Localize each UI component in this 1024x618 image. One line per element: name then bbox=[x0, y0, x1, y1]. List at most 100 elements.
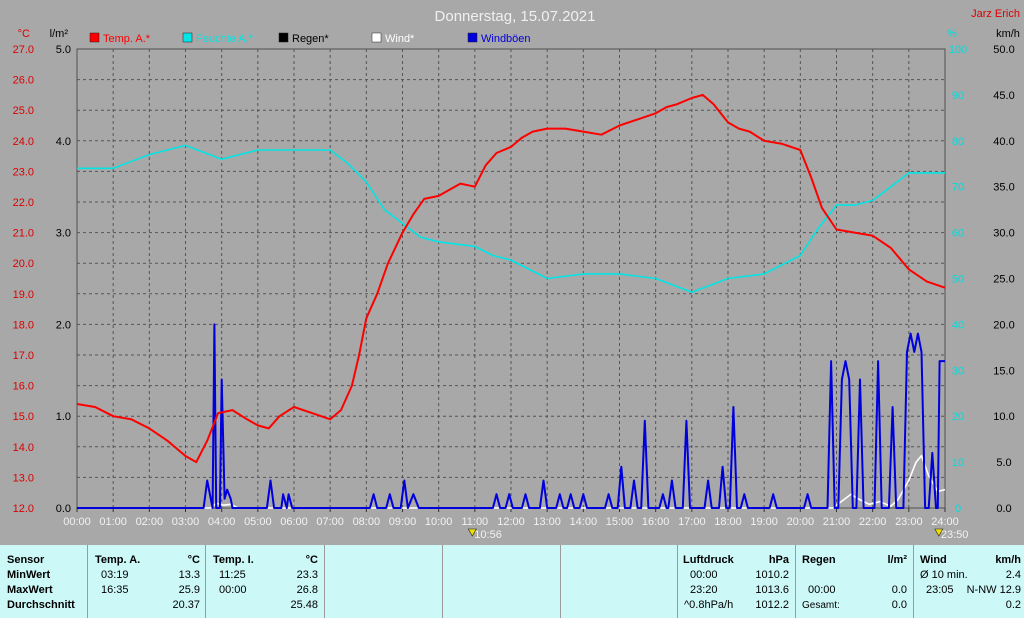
wind-avg10-label: Ø 10 min. bbox=[920, 569, 968, 581]
x-tick-label: 01:00 bbox=[99, 516, 127, 528]
temp-a-avg-value: 20.37 bbox=[172, 599, 200, 611]
temp-tick-label: 24.0 bbox=[13, 136, 34, 148]
x-tick-label: 10:00 bbox=[425, 516, 453, 528]
stats-table: Sensor MinWert MaxWert Durchschnitt Temp… bbox=[0, 545, 1024, 618]
luftdruck-max-value: 1013.6 bbox=[755, 584, 789, 596]
x-tick-label: 16:00 bbox=[642, 516, 670, 528]
legend-label: Feuchte A.* bbox=[196, 33, 254, 45]
humidity-tick-label: 70 bbox=[952, 182, 964, 194]
temp-tick-label: 12.0 bbox=[13, 503, 34, 515]
wind-tick-label: 20.0 bbox=[993, 319, 1014, 331]
temp-tick-label: 20.0 bbox=[13, 258, 34, 270]
temp-tick-label: 17.0 bbox=[13, 350, 34, 362]
wind-header: Wind bbox=[920, 554, 947, 566]
x-tick-label: 18:00 bbox=[714, 516, 742, 528]
luftdruck-max-time: 23:20 bbox=[690, 584, 718, 596]
regen-max-value: 0.0 bbox=[891, 584, 907, 596]
x-tick-label: 00:00 bbox=[63, 516, 91, 528]
rain-tick-label: 3.0 bbox=[56, 228, 71, 240]
wind-tick-label: 35.0 bbox=[993, 182, 1014, 194]
temp-tick-label: 22.0 bbox=[13, 197, 34, 209]
rain-tick-label: 1.0 bbox=[56, 411, 71, 423]
rain-tick-label: 5.0 bbox=[56, 44, 71, 56]
luftdruck-min-value: 1010.2 bbox=[755, 569, 789, 581]
wind-tick-label: 50.0 bbox=[993, 44, 1014, 56]
minwert-label: MinWert bbox=[7, 569, 51, 581]
humidity-tick-label: 60 bbox=[952, 228, 964, 240]
temp-tick-label: 19.0 bbox=[13, 289, 34, 301]
x-tick-label: 08:00 bbox=[353, 516, 381, 528]
x-tick-label: 06:00 bbox=[280, 516, 308, 528]
temp-a-min-value: 13.3 bbox=[178, 569, 200, 581]
wind-max-time: 23:05 bbox=[926, 584, 954, 596]
wind-tick-label: 40.0 bbox=[993, 136, 1014, 148]
chart-author: Jarz Erich bbox=[971, 8, 1020, 20]
x-tick-label: 24:00 bbox=[931, 516, 959, 528]
temp-tick-label: 18.0 bbox=[13, 319, 34, 331]
regen-unit: l/m² bbox=[887, 554, 907, 566]
luftdruck-avg-value: 1012.2 bbox=[755, 599, 789, 611]
humidity-tick-label: 20 bbox=[952, 411, 964, 423]
humidity-tick-label: 80 bbox=[952, 136, 964, 148]
x-tick-label: 05:00 bbox=[244, 516, 272, 528]
temp-tick-label: 27.0 bbox=[13, 44, 34, 56]
x-tick-label: 13:00 bbox=[533, 516, 561, 528]
humidity-tick-label: 30 bbox=[952, 365, 964, 377]
legend-swatch bbox=[371, 32, 382, 43]
regen-gesamt-value: 0.0 bbox=[891, 599, 907, 611]
x-tick-label: 09:00 bbox=[389, 516, 417, 528]
chart-title: Donnerstag, 15.07.2021 bbox=[435, 8, 596, 25]
legend-label: Temp. A.* bbox=[103, 33, 151, 45]
temp-tick-label: 26.0 bbox=[13, 75, 34, 87]
humidity-unit-label: % bbox=[947, 28, 957, 40]
temp-i-unit: °C bbox=[305, 554, 318, 566]
temp-i-header: Temp. I. bbox=[213, 554, 254, 566]
weather-chart: Donnerstag, 15.07.2021 Jarz Erich °C l/m… bbox=[13, 8, 1020, 541]
x-tick-label: 04:00 bbox=[208, 516, 236, 528]
temp-a-header: Temp. A. bbox=[95, 554, 141, 566]
humidity-tick-label: 0 bbox=[955, 503, 961, 515]
temp-tick-label: 14.0 bbox=[13, 442, 34, 454]
luftdruck-min-time: 00:00 bbox=[690, 569, 718, 581]
humidity-tick-label: 100 bbox=[949, 44, 967, 56]
x-tick-label: 21:00 bbox=[823, 516, 851, 528]
x-tick-label: 15:00 bbox=[606, 516, 634, 528]
x-tick-label: 03:00 bbox=[172, 516, 200, 528]
wind-unit: km/h bbox=[995, 554, 1021, 566]
temp-a-max-time: 16:35 bbox=[101, 584, 129, 596]
temp-tick-label: 16.0 bbox=[13, 381, 34, 393]
temp-a-unit: °C bbox=[187, 554, 200, 566]
wind-tick-label: 10.0 bbox=[993, 411, 1014, 423]
annotation-label: 10:56 bbox=[474, 529, 502, 541]
wind-tick-label: 15.0 bbox=[993, 365, 1014, 377]
wind-unit-label: km/h bbox=[996, 28, 1020, 40]
temp-i-avg-value: 25.48 bbox=[290, 599, 318, 611]
rain-unit-label: l/m² bbox=[50, 28, 69, 40]
humidity-tick-label: 90 bbox=[952, 90, 964, 102]
x-tick-label: 11:00 bbox=[461, 516, 488, 528]
regen-gesamt-label: Gesamt: bbox=[802, 600, 840, 611]
temp-i-max-value: 26.8 bbox=[296, 584, 318, 596]
legend-swatch bbox=[89, 32, 100, 43]
temp-tick-label: 13.0 bbox=[13, 472, 34, 484]
temp-tick-label: 23.0 bbox=[13, 166, 34, 178]
rain-tick-label: 2.0 bbox=[56, 319, 71, 331]
temp-i-min-time: 11:25 bbox=[219, 569, 246, 581]
x-tick-label: 19:00 bbox=[750, 516, 778, 528]
temp-a-min-time: 03:19 bbox=[101, 569, 129, 581]
x-tick-label: 07:00 bbox=[316, 516, 344, 528]
x-tick-label: 22:00 bbox=[859, 516, 887, 528]
wind-tick-label: 5.0 bbox=[996, 457, 1011, 469]
wind-tick-label: 30.0 bbox=[993, 228, 1014, 240]
humidity-tick-label: 10 bbox=[952, 457, 964, 469]
legend-swatch bbox=[278, 32, 289, 43]
humidity-tick-label: 50 bbox=[952, 274, 964, 286]
wind-max-value: N-NW 12.9 bbox=[966, 584, 1021, 596]
rain-tick-label: 4.0 bbox=[56, 136, 71, 148]
temp-tick-label: 15.0 bbox=[13, 411, 34, 423]
wind-avg-value: 0.2 bbox=[1005, 599, 1021, 611]
wind-tick-label: 45.0 bbox=[993, 90, 1014, 102]
wind-tick-label: 0.0 bbox=[996, 503, 1011, 515]
temp-i-min-value: 23.3 bbox=[296, 569, 318, 581]
maxwert-label: MaxWert bbox=[7, 584, 53, 596]
